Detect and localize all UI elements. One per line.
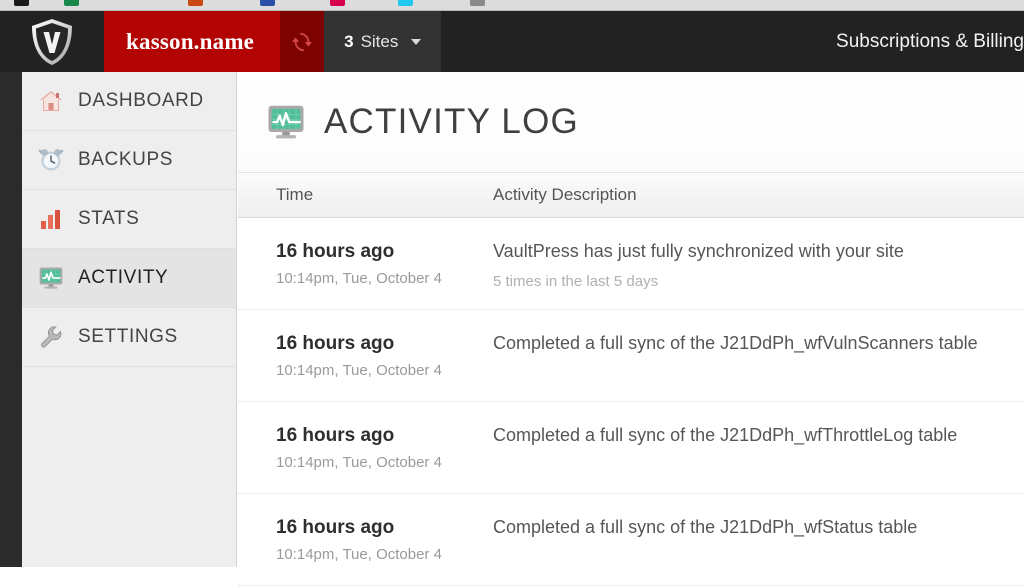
- page-header: ACTIVITY LOG: [238, 72, 1024, 172]
- monitor-pulse-icon: [39, 267, 63, 289]
- column-header-time-cell: Time: [238, 185, 484, 205]
- admin-topbar: kasson.name 3 Sites Subscriptions & Bill…: [0, 11, 1024, 72]
- table-body: 16 hours ago 10:14pm, Tue, October 4 Vault…: [238, 218, 1024, 586]
- row-time-absolute: 10:14pm, Tue, October 4: [276, 269, 442, 287]
- row-time-cell: 16 hours ago 10:14pm, Tue, October 4: [238, 424, 484, 472]
- table-row[interactable]: 16 hours ago 10:14pm, Tue, October 4 Compl…: [238, 494, 1024, 586]
- sidebar-item-settings[interactable]: SETTINGS: [22, 308, 236, 367]
- sidebar-item-label: ACTIVITY: [78, 267, 169, 288]
- current-site-cell[interactable]: kasson.name: [104, 11, 281, 72]
- table-row[interactable]: 16 hours ago 10:14pm, Tue, October 4 Vault…: [238, 218, 1024, 310]
- sidebar-item-label: DASHBOARD: [78, 90, 204, 111]
- left-rail: [0, 72, 22, 567]
- column-header-time: Time: [276, 185, 314, 204]
- favicon-multicolor[interactable]: [188, 0, 203, 6]
- sidebar-item-activity[interactable]: ACTIVITY: [22, 249, 236, 308]
- favicon-dark-circle[interactable]: [14, 0, 29, 6]
- browser-bookmarks-bar[interactable]: [0, 0, 1024, 11]
- wrench-icon: [41, 326, 62, 348]
- row-time-absolute: 10:14pm, Tue, October 4: [276, 545, 442, 563]
- row-description-cell: Completed a full sync of the J21DdPh_wfT…: [484, 424, 1024, 447]
- house-icon: [40, 91, 62, 111]
- sidebar-item-dashboard[interactable]: DASHBOARD: [22, 72, 236, 131]
- row-time-cell: 16 hours ago 10:14pm, Tue, October 4: [238, 332, 484, 380]
- row-description-cell: VaultPress has just fully synchronized w…: [484, 240, 1024, 292]
- row-description: VaultPress has just fully synchronized w…: [493, 241, 904, 261]
- favicon-magenta[interactable]: [330, 0, 345, 6]
- sidebar-item-stats[interactable]: STATS: [22, 190, 236, 249]
- favicon-green[interactable]: [64, 0, 79, 6]
- topbar-right-group: Subscriptions & Billing: [836, 11, 1024, 72]
- page-title: ACTIVITY LOG: [324, 102, 579, 141]
- monitor-pulse-icon: [268, 105, 304, 139]
- activity-table: Time Activity Description 16 hours ago 10…: [238, 172, 1024, 586]
- column-header-description-cell: Activity Description: [484, 185, 1024, 205]
- vaultpress-logo[interactable]: [0, 11, 104, 72]
- sidebar-item-label: BACKUPS: [78, 149, 174, 170]
- row-description: Completed a full sync of the J21DdPh_wfV…: [493, 333, 978, 353]
- table-row[interactable]: 16 hours ago 10:14pm, Tue, October 4 Compl…: [238, 310, 1024, 402]
- favicon-cyan[interactable]: [398, 0, 413, 6]
- sidebar-item-backups[interactable]: BACKUPS: [22, 131, 236, 190]
- bar-chart-icon: [41, 210, 60, 229]
- row-description: Completed a full sync of the J21DdPh_wfT…: [493, 425, 958, 445]
- favicon-blue[interactable]: [260, 0, 275, 6]
- row-time-absolute: 10:14pm, Tue, October 4: [276, 361, 442, 379]
- sidebar-item-label: SETTINGS: [78, 326, 178, 347]
- site-switcher[interactable]: 3 Sites: [324, 11, 442, 72]
- table-header-row: Time Activity Description: [238, 172, 1024, 218]
- row-description-note: 5 times in the last 5 days: [493, 273, 659, 291]
- row-description-cell: Completed a full sync of the J21DdPh_wfS…: [484, 516, 1024, 539]
- row-time-cell: 16 hours ago 10:14pm, Tue, October 4: [238, 516, 484, 564]
- row-description: Completed a full sync of the J21DdPh_wfS…: [493, 517, 918, 537]
- site-name-label: kasson.name: [126, 28, 255, 54]
- row-time-relative: 16 hours ago: [276, 333, 395, 354]
- column-header-description: Activity Description: [493, 185, 637, 204]
- table-row[interactable]: 16 hours ago 10:14pm, Tue, October 4 Compl…: [238, 402, 1024, 494]
- row-time-relative: 16 hours ago: [276, 517, 395, 538]
- main-content: ACTIVITY LOG Time Activity Description 1…: [238, 72, 1024, 586]
- row-time-relative: 16 hours ago: [276, 241, 395, 262]
- shield-icon: [32, 18, 72, 65]
- row-time-relative: 16 hours ago: [276, 425, 395, 446]
- sites-label: Sites: [360, 31, 399, 51]
- refresh-icon: [292, 32, 312, 51]
- row-description-cell: Completed a full sync of the J21DdPh_wfV…: [484, 332, 1024, 355]
- chevron-down-icon: [411, 38, 422, 45]
- subscriptions-billing-link[interactable]: Subscriptions & Billing: [836, 31, 1024, 53]
- row-time-cell: 16 hours ago 10:14pm, Tue, October 4: [238, 240, 484, 288]
- sidebar-nav: DASHBOARD BACKUPS STATS ACTIVITY SETTINGS: [22, 72, 237, 567]
- favicon-gray[interactable]: [470, 0, 485, 6]
- sidebar-item-label: STATS: [78, 208, 140, 229]
- alarm-clock-icon: [38, 149, 64, 171]
- sync-button[interactable]: [280, 11, 325, 72]
- row-time-absolute: 10:14pm, Tue, October 4: [276, 453, 442, 471]
- sites-count: 3: [344, 31, 354, 51]
